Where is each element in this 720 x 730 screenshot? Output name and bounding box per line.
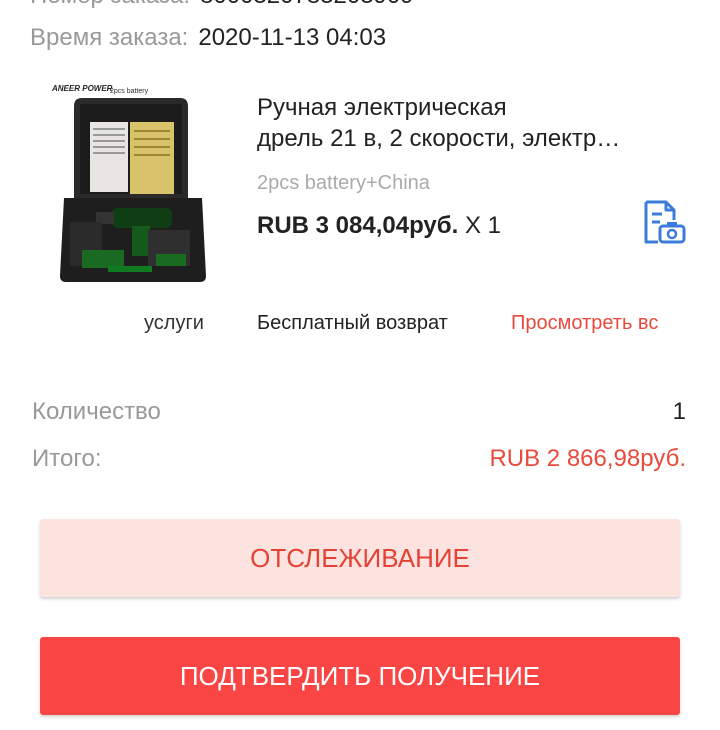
photo-review-icon[interactable] — [638, 198, 686, 246]
order-number-label: Номер заказа: — [30, 0, 190, 9]
product-title-line2: дрель 21 в, 2 скорости, электр… — [257, 125, 621, 152]
image-brand: ANEER POWER — [52, 84, 113, 93]
order-number-row: Номер заказа: 8000320783203909 — [30, 0, 414, 10]
product-title-line1: Ручная электрическая — [257, 94, 507, 121]
order-time-row: Время заказа: 2020-11-13 04:03 — [30, 24, 386, 52]
order-number-value: 8000320783203909 — [200, 0, 414, 9]
track-order-button[interactable]: ОТСЛЕЖИВАНИЕ — [40, 519, 680, 597]
image-caption: 2pcs battery — [110, 88, 149, 95]
product-price: RUB 3 084,04руб. — [257, 212, 459, 239]
product-variant: 2pcs battery+China — [257, 172, 430, 194]
product-image[interactable]: ANEER POWER 2pcs battery — [51, 80, 218, 284]
total-label: Итого: — [32, 445, 102, 472]
order-time-label: Время заказа: — [30, 24, 189, 51]
product-title[interactable]: Ручная электрическая дрель 21 в, 2 скоро… — [257, 92, 687, 154]
services-label: услуги — [144, 312, 204, 334]
product-quantity: X 1 — [464, 212, 501, 239]
drill-kit-image: ANEER POWER 2pcs battery — [51, 84, 206, 282]
order-time-value: 2020-11-13 04:03 — [198, 24, 387, 51]
free-return-label: Бесплатный возврат — [257, 312, 448, 334]
confirm-receipt-button[interactable]: ПОДТВЕРДИТЬ ПОЛУЧЕНИЕ — [40, 637, 680, 715]
quantity-value: 1 — [672, 398, 686, 425]
total-value: RUB 2 866,98руб. — [489, 445, 686, 472]
product-price-row: RUB 3 084,04руб. X 1 — [257, 212, 501, 240]
quantity-label: Количество — [32, 398, 161, 425]
view-more-link[interactable]: Просмотреть вс — [511, 312, 689, 335]
